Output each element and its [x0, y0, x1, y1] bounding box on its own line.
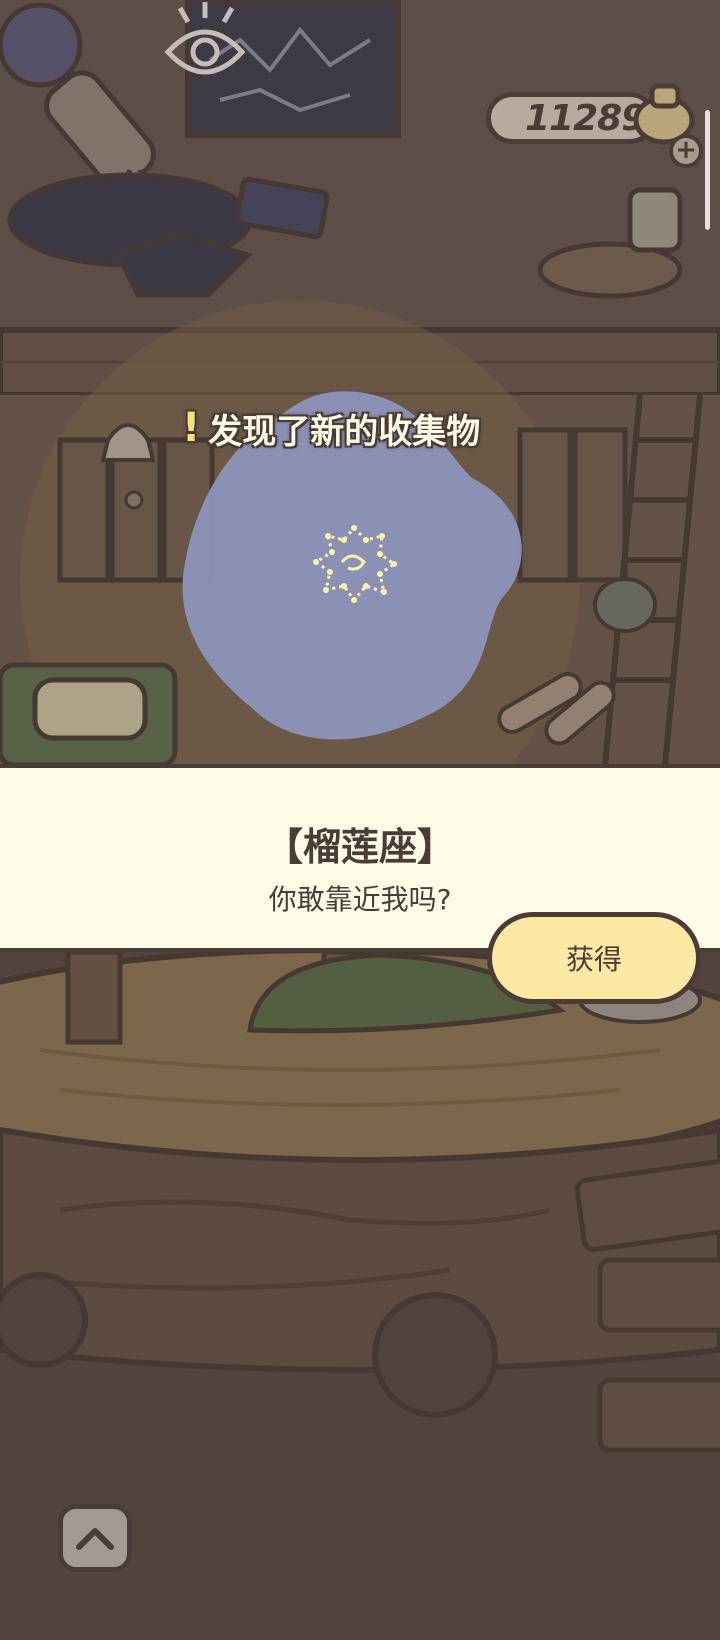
scrollbar[interactable]: [705, 110, 710, 230]
discovery-title: ! 发现了新的收集物: [182, 404, 480, 452]
exclamation-icon: !: [182, 405, 201, 451]
coin-count: 11289: [525, 97, 646, 139]
discovery-title-text: 发现了新的收集物: [208, 411, 481, 452]
get-button[interactable]: 获得: [487, 912, 701, 1004]
eye-icon[interactable]: [160, 0, 250, 80]
chevron-up-icon: [76, 1528, 114, 1550]
add-coins-button[interactable]: +: [669, 134, 703, 168]
expand-menu-button[interactable]: [58, 1504, 132, 1572]
item-name: 【榴莲座】: [264, 825, 455, 869]
